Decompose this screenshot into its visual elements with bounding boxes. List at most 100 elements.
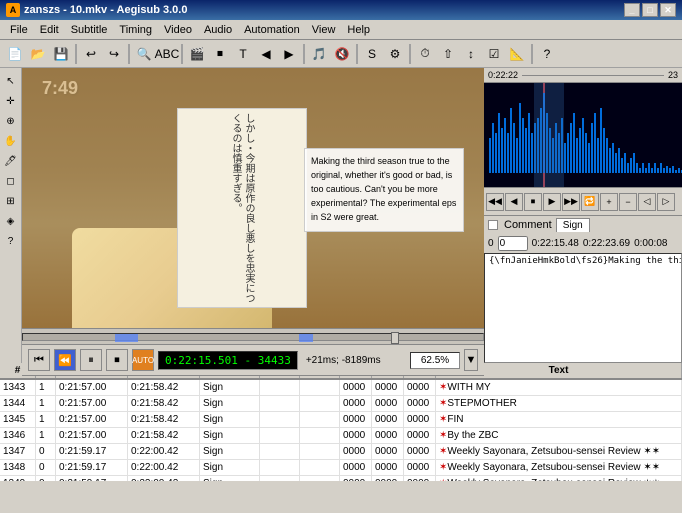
wf-zoom-out[interactable]: − bbox=[619, 193, 637, 211]
table-row[interactable]: 1347 0 0:21:59.17 0:22:00.42 Sign 0000 0… bbox=[0, 444, 682, 460]
wf-stop-btn[interactable]: ⏹ bbox=[524, 193, 542, 211]
stop-button[interactable]: ⏹ bbox=[106, 349, 128, 371]
titlebar: A zanszs - 10.mkv - Aegisub 3.0.0 _ □ ✕ bbox=[0, 0, 682, 20]
menu-view[interactable]: View bbox=[306, 20, 342, 40]
seek-thumb[interactable] bbox=[391, 332, 399, 344]
cell-num: 1347 bbox=[0, 444, 36, 459]
crosshair-tool[interactable]: ✛ bbox=[2, 92, 20, 110]
wf-next-btn[interactable]: ▶ bbox=[543, 193, 561, 211]
waveform-display[interactable] bbox=[484, 83, 682, 187]
waveform-toolbar: ◀◀ ◀ ⏹ ▶ ▶▶ 🔁 + − ◁ ▷ bbox=[484, 187, 682, 215]
video-close-button[interactable]: ⏹ bbox=[209, 43, 231, 65]
redo-button[interactable]: ↪ bbox=[103, 43, 125, 65]
subtitle-text-preview: {\fnJanieHmkBold\fs26}Making the third s… bbox=[484, 253, 682, 363]
app-icon: A bbox=[6, 3, 20, 17]
sign-tab[interactable]: Sign bbox=[556, 218, 590, 232]
seek-bar-area[interactable] bbox=[22, 328, 484, 344]
tag-tool[interactable]: ⊞ bbox=[2, 192, 20, 210]
playback-bar: ⏮ ⏪ ⏸ ⏹ AUTO 0:22:15.501 - 34433 +21ms; … bbox=[22, 344, 484, 376]
zoom-dropdown[interactable]: ▼ bbox=[464, 349, 478, 371]
undo-button[interactable]: ↩ bbox=[80, 43, 102, 65]
save-button[interactable]: 💾 bbox=[50, 43, 72, 65]
menu-edit[interactable]: Edit bbox=[34, 20, 65, 40]
close-button[interactable]: ✕ bbox=[660, 3, 676, 17]
cell-right: 0000 bbox=[372, 460, 404, 475]
pause-button[interactable]: ⏸ bbox=[80, 349, 102, 371]
cell-start: 0:21:59.17 bbox=[56, 444, 128, 459]
main-toolbar: 📄 📂 💾 ↩ ↪ 🔍 ABC 🎬 ⏹ T ◀ ▶ 🎵 🔇 S ⚙ ⏱ ⇧ ↕ … bbox=[0, 40, 682, 68]
find-button[interactable]: 🔍 bbox=[133, 43, 155, 65]
menu-audio[interactable]: Audio bbox=[198, 20, 238, 40]
cursor-tool[interactable]: ↖ bbox=[2, 72, 20, 90]
cell-actor bbox=[260, 476, 300, 481]
color-tool[interactable]: ◈ bbox=[2, 212, 20, 230]
wf-loop-btn[interactable]: 🔁 bbox=[581, 193, 599, 211]
table-row[interactable]: 1343 1 0:21:57.00 0:21:58.42 Sign 0000 0… bbox=[0, 380, 682, 396]
question-tool[interactable]: ? bbox=[2, 232, 20, 250]
table-row[interactable]: 1349 0 0:21:59.17 0:22:00.42 Sign 0000 0… bbox=[0, 476, 682, 481]
auto-button[interactable]: AUTO bbox=[132, 349, 154, 371]
zoom-tool[interactable]: ⊕ bbox=[2, 112, 20, 130]
titlebar-controls[interactable]: _ □ ✕ bbox=[624, 3, 676, 17]
go-start-button[interactable]: ⏮ bbox=[28, 349, 50, 371]
prev-frame-button[interactable]: ⏪ bbox=[54, 349, 76, 371]
audio-open-button[interactable]: 🎵 bbox=[308, 43, 330, 65]
erase-tool[interactable]: ◻ bbox=[2, 172, 20, 190]
table-row[interactable]: 1345 1 0:21:57.00 0:21:58.42 Sign 0000 0… bbox=[0, 412, 682, 428]
maximize-button[interactable]: □ bbox=[642, 3, 658, 17]
paint-tool[interactable]: 🖊 bbox=[2, 152, 20, 170]
wf-prev-btn[interactable]: ◀ bbox=[505, 193, 523, 211]
cell-left: 0000 bbox=[340, 428, 372, 443]
zoom-select[interactable]: 62.5% bbox=[410, 352, 460, 369]
cell-right: 0000 bbox=[372, 380, 404, 395]
menu-file[interactable]: File bbox=[4, 20, 34, 40]
sort-button[interactable]: ↕ bbox=[460, 43, 482, 65]
grid-body[interactable]: 1343 1 0:21:57.00 0:21:58.42 Sign 0000 0… bbox=[0, 380, 682, 481]
video-open-button[interactable]: 🎬 bbox=[186, 43, 208, 65]
new-button[interactable]: 📄 bbox=[4, 43, 26, 65]
menu-subtitle[interactable]: Subtitle bbox=[65, 20, 114, 40]
wf-scroll-right[interactable]: ▷ bbox=[657, 193, 675, 211]
sub-index-input[interactable] bbox=[498, 236, 528, 251]
menu-automation[interactable]: Automation bbox=[238, 20, 306, 40]
cell-actor bbox=[260, 460, 300, 475]
resolution-button[interactable]: 📐 bbox=[506, 43, 528, 65]
minimize-button[interactable]: _ bbox=[624, 3, 640, 17]
shift-button[interactable]: ⇧ bbox=[437, 43, 459, 65]
video-frame[interactable]: 7:49 しかし・今期は原作の良し悪しを忠実につくるのは慎重すぎる。 Makin… bbox=[22, 68, 484, 328]
cell-effect bbox=[300, 412, 340, 427]
cell-actor bbox=[260, 380, 300, 395]
help-btn[interactable]: ? bbox=[536, 43, 558, 65]
select-button[interactable]: ☑ bbox=[483, 43, 505, 65]
timing-button[interactable]: ⏱ bbox=[414, 43, 436, 65]
menu-help[interactable]: Help bbox=[341, 20, 376, 40]
wf-scroll-left[interactable]: ◁ bbox=[638, 193, 656, 211]
wf-end-btn[interactable]: ▶▶ bbox=[562, 193, 580, 211]
sub-button[interactable]: T bbox=[232, 43, 254, 65]
table-row[interactable]: 1346 1 0:21:57.00 0:21:58.42 Sign 0000 0… bbox=[0, 428, 682, 444]
video-next-button[interactable]: ▶ bbox=[278, 43, 300, 65]
open-button[interactable]: 📂 bbox=[27, 43, 49, 65]
style-manager-button[interactable]: S bbox=[361, 43, 383, 65]
table-row[interactable]: 1344 1 0:21:57.00 0:21:58.42 Sign 0000 0… bbox=[0, 396, 682, 412]
cell-text: ✶Weekly Sayonara, Zetsubou-sensei Review… bbox=[436, 476, 682, 481]
cell-left: 0000 bbox=[340, 460, 372, 475]
waveform-time-left: 0:22:22 bbox=[488, 70, 518, 80]
video-prev-button[interactable]: ◀ bbox=[255, 43, 277, 65]
cell-style: Sign bbox=[200, 444, 260, 459]
wf-play-btn[interactable]: ◀◀ bbox=[486, 193, 504, 211]
video-area: 7:49 しかし・今期は原作の良し悪しを忠実につくるのは慎重すぎる。 Makin… bbox=[22, 68, 484, 363]
table-row[interactable]: 1348 0 0:21:59.17 0:22:00.42 Sign 0000 0… bbox=[0, 460, 682, 476]
wf-zoom-in[interactable]: + bbox=[600, 193, 618, 211]
menu-video[interactable]: Video bbox=[158, 20, 198, 40]
seek-bar[interactable] bbox=[22, 333, 484, 341]
cell-text: ✶STEPMOTHER bbox=[436, 396, 682, 411]
cell-num: 1343 bbox=[0, 380, 36, 395]
audio-close-button[interactable]: 🔇 bbox=[331, 43, 353, 65]
menu-timing[interactable]: Timing bbox=[113, 20, 158, 40]
spellcheck-button[interactable]: ABC bbox=[156, 43, 178, 65]
properties-button[interactable]: ⚙ bbox=[384, 43, 406, 65]
hand-tool[interactable]: ✋ bbox=[2, 132, 20, 150]
comment-checkbox[interactable] bbox=[488, 220, 498, 230]
cell-text: ✶FIN bbox=[436, 412, 682, 427]
